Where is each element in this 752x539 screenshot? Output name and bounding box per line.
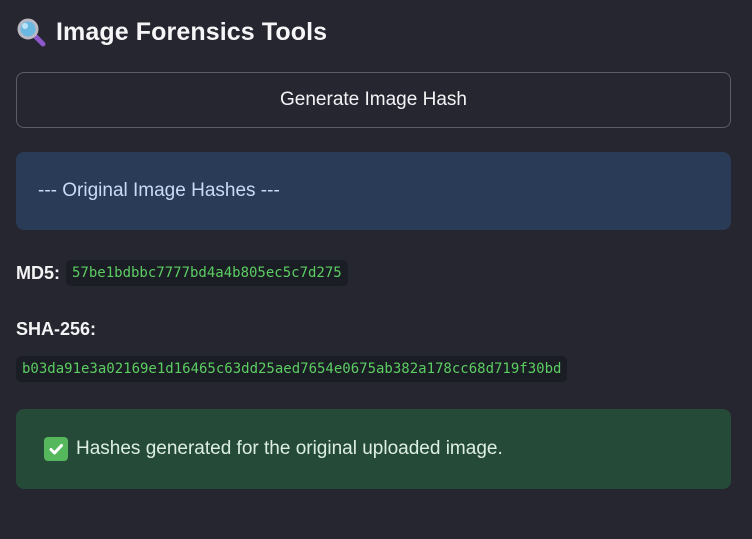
page-title: Image Forensics Tools: [56, 17, 328, 46]
page-header: Image Forensics Tools: [16, 12, 327, 52]
sha256-value-row: b03da91e3a02169e1d16465c63dd25aed7654e06…: [16, 356, 568, 382]
info-message: --- Original Image Hashes ---: [38, 180, 280, 201]
sha256-value: b03da91e3a02169e1d16465c63dd25aed7654e06…: [16, 356, 568, 382]
original-hashes-info-box: --- Original Image Hashes ---: [16, 152, 731, 230]
hash-success-message: Hashes generated for the original upload…: [16, 409, 731, 489]
md5-label: MD5:: [16, 262, 60, 283]
sha256-label-row: SHA-256:: [16, 319, 96, 340]
md5-hash-row: MD5: 57be1bdbbc7777bd4a4b805ec5c7d275: [16, 260, 348, 286]
md5-value: 57be1bdbbc7777bd4a4b805ec5c7d275: [66, 260, 348, 286]
sha256-label: SHA-256:: [16, 319, 97, 339]
image-forensics-app: Image Forensics Tools Generate Image Has…: [16, 0, 731, 539]
success-message-text: Hashes generated for the original upload…: [76, 438, 503, 459]
check-mark-icon: [44, 437, 68, 461]
generate-image-hash-button[interactable]: Generate Image Hash: [16, 72, 731, 128]
magnifying-glass-icon: [16, 17, 46, 47]
